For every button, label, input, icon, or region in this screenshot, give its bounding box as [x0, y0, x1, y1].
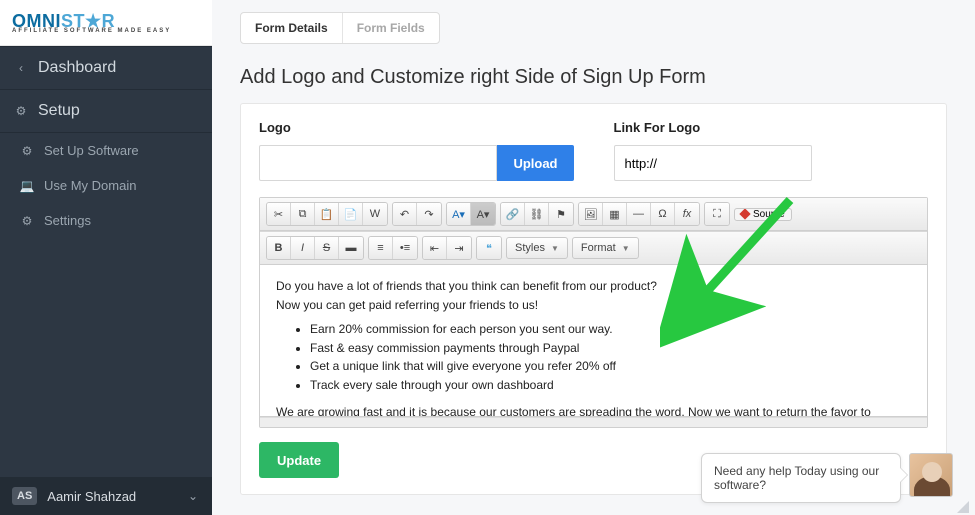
update-button[interactable]: Update	[259, 442, 339, 478]
form-card: Logo Upload Link For Logo ✂ ⧉ 📋 📄 W	[240, 103, 947, 495]
brand-logo[interactable]: OMNIST★R AFFILIATE SOFTWARE MADE EASY	[0, 0, 212, 46]
unlink-icon[interactable]: ⛓	[525, 203, 549, 225]
user-menu[interactable]: AS Aamir Shahzad ⌄	[0, 477, 212, 515]
table-icon[interactable]: ▦	[603, 203, 627, 225]
editor-toolbar-row1: ✂ ⧉ 📋 📄 W ↶ ↷ A▾ A▾ 🔗 ⛓ ⚑	[260, 198, 927, 231]
main-content: Form Details Form Fields Add Logo and Cu…	[212, 0, 975, 515]
sidebar-item-setup-software[interactable]: ⚙ Set Up Software	[0, 133, 212, 168]
specialchar-icon[interactable]: Ω	[651, 203, 675, 225]
bulletlist-icon[interactable]: •≡	[393, 237, 417, 259]
italic-icon[interactable]: I	[291, 237, 315, 259]
removeformat-icon[interactable]: ▬	[339, 237, 363, 259]
editor-bullet: Get a unique link that will give everyon…	[310, 357, 911, 376]
sidebar-item-label: Use My Domain	[44, 178, 136, 193]
paste-text-icon[interactable]: 📄	[339, 203, 363, 225]
cut-icon[interactable]: ✂	[267, 203, 291, 225]
nav-setup-label: Setup	[38, 102, 80, 120]
editor-bullet: Earn 20% commission for each person you …	[310, 320, 911, 339]
chevron-left-icon: ‹	[14, 61, 28, 75]
chevron-down-icon: ⌄	[186, 489, 200, 503]
caret-icon: ▼	[551, 244, 559, 253]
hr-icon[interactable]: —	[627, 203, 651, 225]
editor-p3: We are growing fast and it is because ou…	[276, 403, 911, 417]
textcolor-icon[interactable]: A▾	[447, 203, 471, 225]
logo-label: Logo	[259, 120, 574, 135]
link-label: Link For Logo	[614, 120, 929, 135]
sidebar-item-label: Set Up Software	[44, 143, 139, 158]
link-icon[interactable]: 🔗	[501, 203, 525, 225]
logo-input[interactable]	[259, 145, 497, 181]
chat-corner-handle[interactable]	[957, 501, 969, 513]
sidebar-item-label: Settings	[44, 213, 91, 228]
undo-icon[interactable]: ↶	[393, 203, 417, 225]
page-title: Add Logo and Customize right Side of Sig…	[240, 66, 947, 89]
caret-icon: ▼	[622, 244, 630, 253]
paste-icon[interactable]: 📋	[315, 203, 339, 225]
fx-icon[interactable]: fx	[675, 203, 699, 225]
redo-icon[interactable]: ↷	[417, 203, 441, 225]
copy-icon[interactable]: ⧉	[291, 203, 315, 225]
source-diamond-icon	[739, 208, 750, 219]
blockquote-icon[interactable]: ❝	[477, 237, 501, 259]
gear-icon: ⚙	[20, 214, 34, 228]
sidebar-item-settings[interactable]: ⚙ Settings	[0, 203, 212, 238]
help-chat[interactable]: Need any help Today using our software?	[701, 453, 953, 503]
maximize-icon[interactable]: ⛶	[705, 203, 729, 225]
editor-bullet: Track every sale through your own dashbo…	[310, 376, 911, 395]
editor-p2: Now you can get paid referring your frie…	[276, 296, 911, 315]
link-field: Link For Logo	[614, 120, 929, 181]
styles-dropdown[interactable]: Styles▼	[506, 237, 568, 259]
image-icon[interactable]: 🖼	[579, 203, 603, 225]
cogs-icon: ⚙	[20, 144, 34, 158]
outdent-icon[interactable]: ⇤	[423, 237, 447, 259]
bold-icon[interactable]: B	[267, 237, 291, 259]
tabs: Form Details Form Fields	[240, 12, 440, 44]
user-initials: AS	[12, 487, 37, 505]
editor-p1: Do you have a lot of friends that you th…	[276, 277, 911, 296]
chat-avatar	[909, 453, 953, 497]
indent-icon[interactable]: ⇥	[447, 237, 471, 259]
logo-field: Logo Upload	[259, 120, 574, 181]
tab-form-fields[interactable]: Form Fields	[342, 13, 439, 43]
sidebar-item-domain[interactable]: 💻 Use My Domain	[0, 168, 212, 203]
nav-setup[interactable]: ⚙ Setup	[0, 90, 212, 133]
nav-dashboard[interactable]: ‹ Dashboard	[0, 46, 212, 90]
rich-text-editor: ✂ ⧉ 📋 📄 W ↶ ↷ A▾ A▾ 🔗 ⛓ ⚑	[259, 197, 928, 428]
user-name: Aamir Shahzad	[47, 489, 136, 504]
brand-tagline: AFFILIATE SOFTWARE MADE EASY	[12, 28, 171, 34]
upload-button[interactable]: Upload	[497, 145, 573, 181]
chat-bubble: Need any help Today using our software?	[701, 453, 901, 503]
monitor-icon: 💻	[20, 179, 34, 193]
strike-icon[interactable]: S	[315, 237, 339, 259]
editor-resize-handle[interactable]	[260, 417, 927, 427]
sidebar: OMNIST★R AFFILIATE SOFTWARE MADE EASY ‹ …	[0, 0, 212, 515]
editor-body[interactable]: Do you have a lot of friends that you th…	[260, 265, 927, 417]
editor-toolbar-row2: B I S ▬ ≡ •≡ ⇤ ⇥ ❝ Styles▼	[260, 231, 927, 265]
sliders-icon: ⚙	[14, 104, 28, 118]
anchor-icon[interactable]: ⚑	[549, 203, 573, 225]
format-dropdown[interactable]: Format▼	[572, 237, 639, 259]
source-button[interactable]: Source	[734, 208, 792, 221]
numberlist-icon[interactable]: ≡	[369, 237, 393, 259]
nav-dashboard-label: Dashboard	[38, 59, 116, 77]
editor-bullet: Fast & easy commission payments through …	[310, 339, 911, 358]
paste-word-icon[interactable]: W	[363, 203, 387, 225]
link-input[interactable]	[614, 145, 812, 181]
bgcolor-icon[interactable]: A▾	[471, 203, 495, 225]
tab-form-details[interactable]: Form Details	[241, 13, 342, 43]
